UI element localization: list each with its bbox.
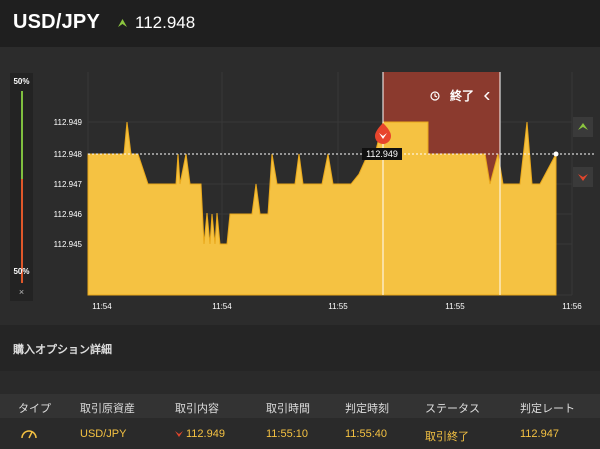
th-status: ステータス — [425, 403, 480, 415]
th-content: 取引内容 — [175, 403, 219, 415]
th-judge-time: 判定時刻 — [345, 403, 389, 415]
x-tick: 11:55 — [445, 302, 465, 311]
th-rate: 判定レート — [520, 403, 575, 415]
table-header: タイプ 取引原資産 取引内容 取引時間 判定時刻 ステータス 判定レート — [0, 394, 600, 418]
x-tick: 11:55 — [328, 302, 348, 311]
y-tick: 112.947 — [54, 180, 83, 189]
y-tick: 112.948 — [54, 150, 83, 159]
expired-text: 終了 — [450, 89, 475, 103]
th-asset: 取引原資産 — [80, 403, 135, 415]
section-title: 購入オプション詳細 — [13, 344, 112, 356]
option-details-table: タイプ 取引原資産 取引内容 取引時間 判定時刻 ステータス 判定レート USD… — [0, 371, 600, 449]
down-arrow-icon — [578, 174, 588, 181]
x-tick: 11:54 — [92, 302, 112, 311]
down-arrow-icon — [175, 431, 183, 438]
header-bar: USD/JPY 112.948 — [0, 0, 600, 47]
x-tick: 11:56 — [562, 302, 582, 311]
gauge-icon — [21, 430, 37, 439]
cell-content: 112.949 — [175, 428, 225, 440]
up-arrow-icon — [578, 123, 588, 130]
current-price: 112.948 — [118, 13, 195, 33]
history-icon — [430, 90, 440, 101]
high-button[interactable] — [573, 117, 593, 137]
up-arrow-icon — [118, 19, 127, 27]
option-details-header: 購入オプション詳細 — [0, 325, 600, 371]
y-tick: 112.949 — [54, 118, 83, 127]
currency-pair-title: USD/JPY — [13, 11, 100, 33]
th-trade-time: 取引時間 — [266, 403, 310, 415]
cell-asset: USD/JPY — [80, 428, 127, 440]
x-tick: 11:54 — [212, 302, 232, 311]
current-price-dot — [553, 151, 559, 157]
cell-rate: 112.947 — [520, 428, 559, 440]
entry-price-text: 112.949 — [366, 149, 398, 159]
th-type: タイプ — [18, 403, 51, 415]
cell-status: 取引終了 — [425, 431, 469, 443]
expired-label: 終了 — [430, 87, 490, 104]
cell-judge-time: 11:55:40 — [345, 428, 388, 440]
y-tick: 112.946 — [54, 210, 83, 219]
cell-trade-time: 11:55:10 — [266, 428, 309, 440]
chevron-left-icon — [484, 91, 490, 100]
cell-content-value: 112.949 — [186, 428, 225, 440]
y-tick: 112.945 — [54, 240, 83, 249]
low-button[interactable] — [573, 167, 593, 187]
chart-area[interactable]: 50% 50% × 112.949 112.949 112.948 112.94… — [0, 47, 600, 325]
price-value: 112.948 — [135, 13, 196, 32]
price-chart: 112.949 112.949 112.948 112.947 112.946 … — [54, 72, 596, 311]
table-row[interactable]: USD/JPY 112.949 11:55:10 11:55:40 取引終了 1… — [0, 423, 600, 445]
